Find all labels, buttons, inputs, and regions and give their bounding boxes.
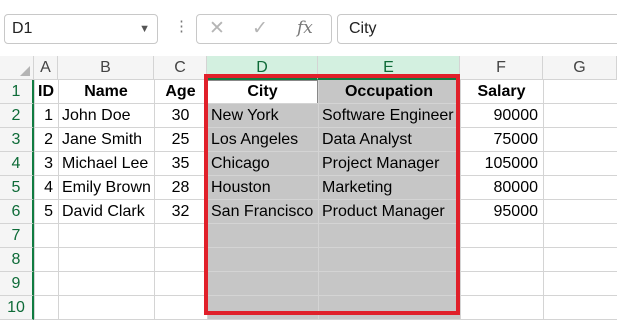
cell-a3[interactable]: 2 [34, 128, 58, 152]
row-header-1[interactable]: 1 [0, 80, 34, 104]
formula-input[interactable]: City [337, 14, 617, 44]
row-header-6[interactable]: 6 [0, 200, 34, 224]
column-header-g[interactable]: G [543, 56, 617, 80]
cell-b3[interactable]: Jane Smith [58, 128, 154, 152]
name-box-dropdown-icon[interactable]: ▼ [139, 15, 150, 43]
row-header-2[interactable]: 2 [0, 104, 34, 128]
more-options-icon[interactable]: ⋮ [174, 17, 189, 37]
row-header-9[interactable]: 9 [0, 272, 34, 296]
name-box-value: D1 [12, 20, 33, 37]
cell-c6[interactable]: 32 [154, 200, 207, 224]
cell-f1[interactable]: Salary [460, 80, 543, 104]
enter-icon[interactable]: ✓ [252, 17, 268, 40]
cell-a4[interactable]: 3 [34, 152, 58, 176]
cell-a2[interactable]: 1 [34, 104, 58, 128]
cell-f5[interactable]: 80000 [460, 176, 543, 200]
column-header-c[interactable]: C [154, 56, 207, 80]
cell-f3[interactable]: 75000 [460, 128, 543, 152]
cell-b5[interactable]: Emily Brown [58, 176, 154, 200]
cell-b1[interactable]: Name [58, 80, 154, 104]
cell-b2[interactable]: John Doe [58, 104, 154, 128]
row-header-10[interactable]: 10 [0, 296, 34, 320]
column-header-a[interactable]: A [34, 56, 58, 80]
cell-a5[interactable]: 4 [34, 176, 58, 200]
highlight-box [204, 74, 460, 315]
row-header-3[interactable]: 3 [0, 128, 34, 152]
cell-f4[interactable]: 105000 [460, 152, 543, 176]
cell-f2[interactable]: 90000 [460, 104, 543, 128]
cancel-icon[interactable]: ✕ [209, 17, 225, 40]
row-header-7[interactable]: 7 [0, 224, 34, 248]
spreadsheet-grid[interactable]: A B C D E F G 1 2 3 4 5 6 7 8 9 10 ID Name Age City Occupatio… [0, 56, 617, 320]
formula-buttons: ✕ ✓ fx [196, 14, 332, 44]
formula-bar-area: D1 ▼ ⋮ ✕ ✓ fx City [0, 0, 617, 56]
cell-b4[interactable]: Michael Lee [58, 152, 154, 176]
name-box[interactable]: D1 ▼ [4, 14, 158, 44]
row-header-8[interactable]: 8 [0, 248, 34, 272]
gridline-vertical [543, 80, 544, 320]
formula-value: City [349, 20, 377, 37]
cell-c3[interactable]: 25 [154, 128, 207, 152]
column-header-b[interactable]: B [58, 56, 154, 80]
row-header-4[interactable]: 4 [0, 152, 34, 176]
column-header-f[interactable]: F [460, 56, 543, 80]
row-header-5[interactable]: 5 [0, 176, 34, 200]
cell-c1[interactable]: Age [154, 80, 207, 104]
cell-b6[interactable]: David Clark [58, 200, 154, 224]
cell-c4[interactable]: 35 [154, 152, 207, 176]
cell-a1[interactable]: ID [34, 80, 58, 104]
cell-a6[interactable]: 5 [34, 200, 58, 224]
cell-f6[interactable]: 95000 [460, 200, 543, 224]
cell-c5[interactable]: 28 [154, 176, 207, 200]
insert-function-icon[interactable]: fx [297, 18, 313, 38]
cell-c2[interactable]: 30 [154, 104, 207, 128]
select-all-button[interactable] [0, 56, 34, 80]
